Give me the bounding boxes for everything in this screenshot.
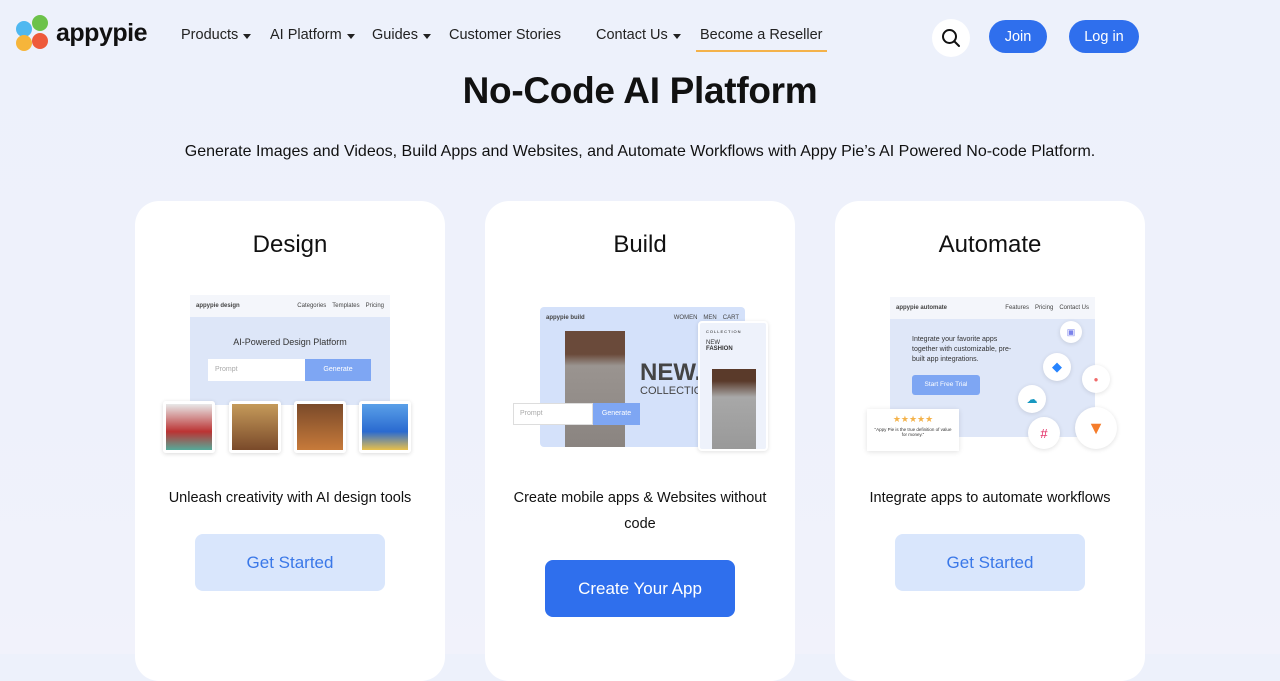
page-subtitle: Generate Images and Videos, Build Apps a… [184,143,1096,160]
preview-brand: appypie automate [896,305,948,311]
model-photo [565,331,625,447]
caret-down-icon [422,33,431,39]
create-your-app-button[interactable]: Create Your App [545,560,735,617]
nav-customer-stories[interactable]: Customer Stories [449,27,561,43]
nav-label: Guides [372,27,418,43]
card-title: Build [613,231,667,258]
preview-headline: AI-Powered Design Platform [233,337,347,347]
login-button[interactable]: Log in [1069,20,1139,53]
teams-icon: ▣ [1060,321,1082,343]
nav-contact-us[interactable]: Contact Us [596,27,681,43]
caret-down-icon [346,33,355,39]
thumb-image [163,401,215,453]
preview-generate: Generate [305,359,371,381]
logo-text: appypie [56,18,147,47]
search-icon [942,29,960,47]
automate-preview-image: appypie automate Features Pricing Contact U… [860,281,1120,461]
appypie-logo-icon [14,15,50,51]
slack-icon: # [1028,417,1060,449]
card-title: Automate [938,231,1042,258]
preview-start-trial: Start Free Trial [912,375,980,395]
caret-down-icon [243,33,252,39]
card-build: Build appypie build WOMEN MEN CART NEW. COL… [485,201,795,681]
preview-brand: appypie design [196,303,240,309]
asana-icon: ● [1082,365,1110,393]
preview-prompt: Prompt [513,403,593,425]
hubspot-fox-icon: ▼ [1075,407,1117,449]
salesforce-icon: ☁ [1018,385,1046,413]
mobile-model-photo [712,369,756,449]
nav-ai-platform[interactable]: AI Platform [270,27,355,43]
card-automate: Automate appypie automate Features Pricing… [835,201,1145,681]
preview-link: Templates [332,303,360,309]
design-preview-image: appypie design Categories Templates Pricing… [160,281,420,461]
build-preview-image: appypie build WOMEN MEN CART NEW. COLLECTIO… [510,281,770,461]
join-button[interactable]: Join [989,20,1047,53]
preview-link: Features [1005,305,1029,311]
logo[interactable]: appypie [14,15,147,51]
preview-big-text: NEW. [640,359,702,386]
nav-guides[interactable]: Guides [372,27,431,43]
preview-prompt: Prompt [208,359,305,381]
search-button[interactable] [932,19,970,57]
jira-icon: ◆ [1043,353,1071,381]
nav-products[interactable]: Products [181,27,252,43]
preview-link: WOMEN [673,315,698,321]
preview-generate: Generate [593,403,640,425]
mobile-preview: COLLECTION NEW FASHION [698,321,768,451]
preview-link: Pricing [1034,305,1054,311]
preview-link: Categories [297,303,327,309]
nav-label: Products [181,27,239,43]
caret-down-icon [672,33,681,39]
preview-headline: Integrate your favorite apps together wi… [912,336,1012,363]
video-thumb-image [359,401,411,453]
mobile-fashion: FASHION [706,346,733,352]
page-title: No-Code AI Platform [462,70,818,111]
thumb-image [229,401,281,453]
automate-get-started-button[interactable]: Get Started [895,534,1085,591]
card-design: Design appypie design Categories Templates… [135,201,445,681]
preview-brand: appypie build [546,315,585,321]
top-nav: appypie Products AI Platform Guides Cust… [0,0,1280,72]
design-get-started-button[interactable]: Get Started [195,534,385,591]
card-description: Unleash creativity with AI design tools [168,490,412,506]
card-description: Create mobile apps & Websites without co… [513,490,767,532]
nav-label: Contact Us [596,27,668,43]
preview-link: Pricing [365,303,384,309]
nav-label: Customer Stories [449,27,562,43]
mobile-label: COLLECTION [706,329,742,334]
nav-become-reseller[interactable]: Become a Reseller [696,27,827,52]
card-title: Design [252,231,328,258]
testimonial-quote: "Appy Pie is the true definition of valu… [874,427,952,437]
preview-link: Contact Us [1059,305,1089,311]
rating-stars-icon: ★★★★★ [892,414,934,424]
thumb-image [294,401,346,453]
nav-label: AI Platform [270,27,342,43]
card-description: Integrate apps to automate workflows [869,490,1111,506]
nav-label: Become a Reseller [700,27,823,43]
